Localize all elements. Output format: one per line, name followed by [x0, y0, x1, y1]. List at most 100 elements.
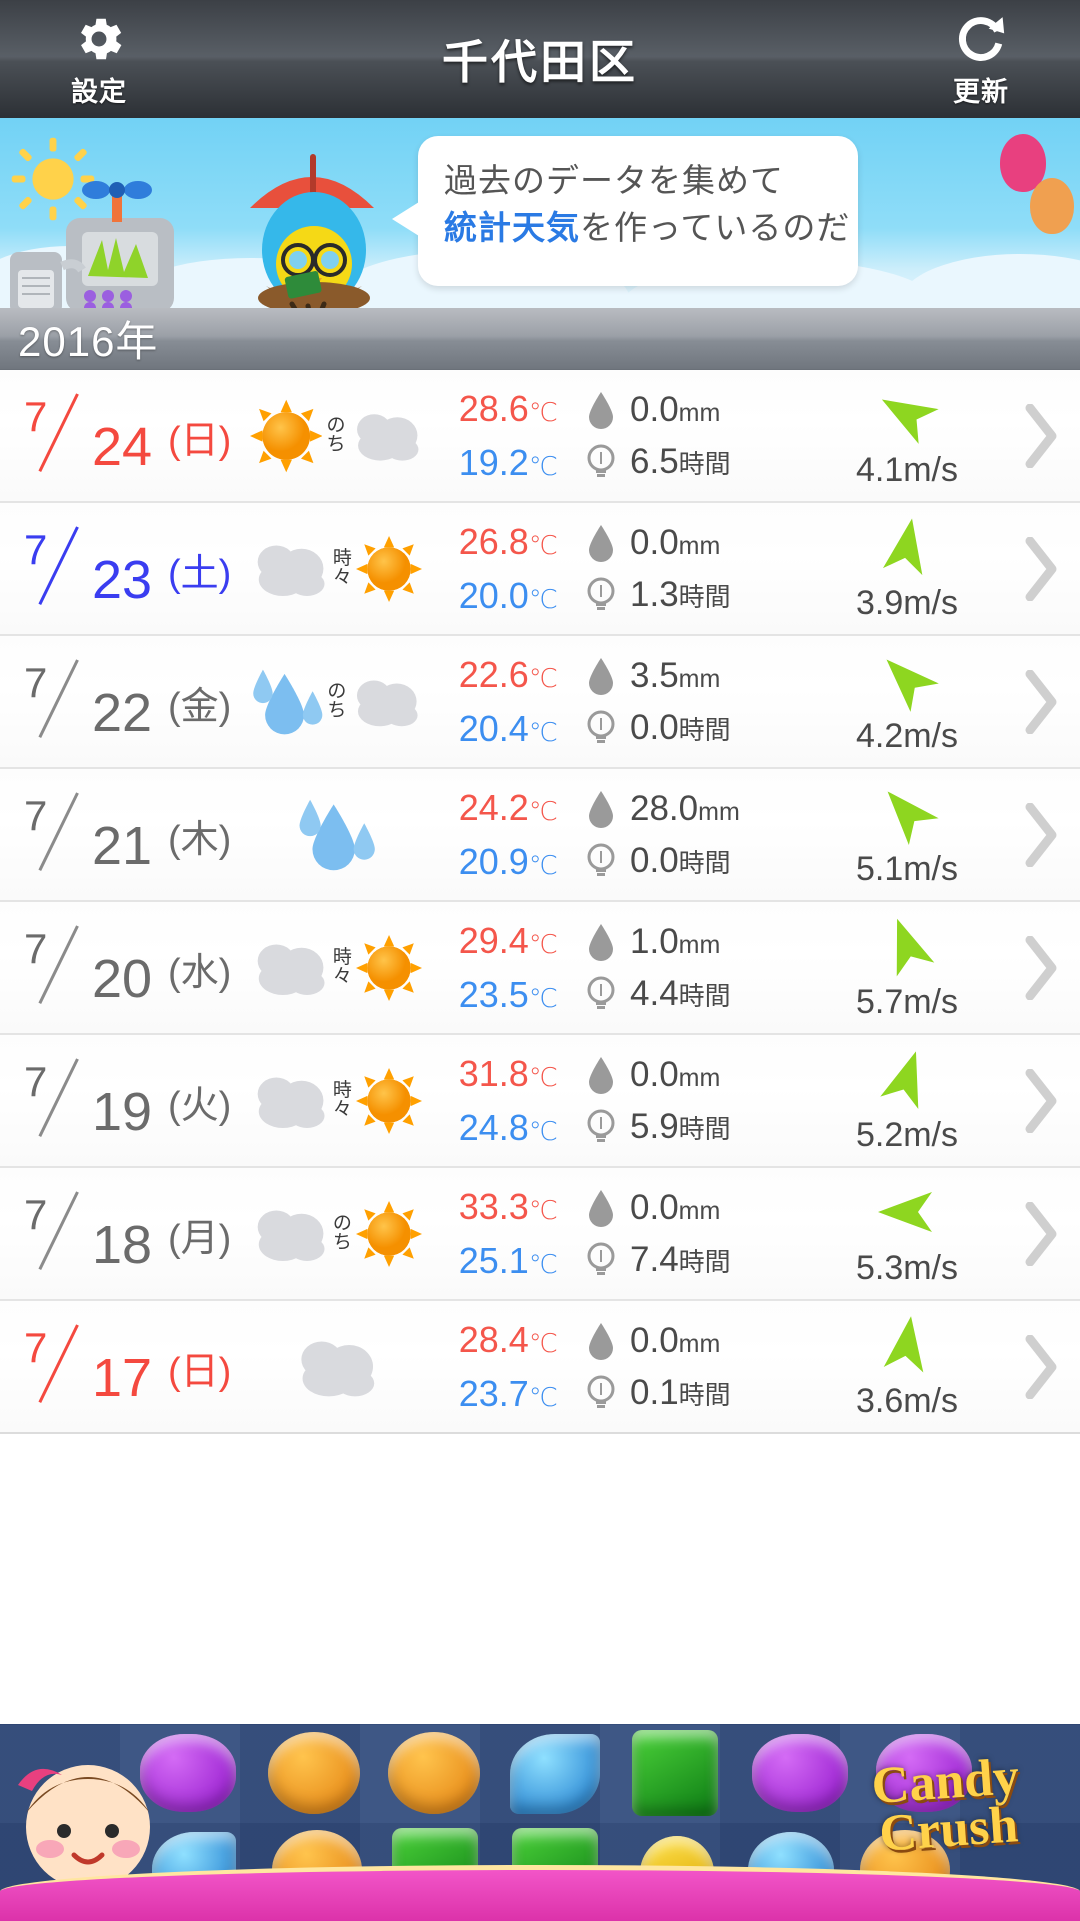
precipitation-row: 3.5mm	[586, 656, 812, 696]
date-day: 17	[92, 1348, 153, 1408]
row-chevron[interactable]	[1002, 1334, 1080, 1399]
metrics-cell: 0.0mm 6.5時間	[562, 390, 812, 482]
speech-bubble[interactable]: 過去のデータを集めて 統計天気を作っているのだ	[392, 136, 858, 286]
wind-arrow-icon	[886, 659, 939, 712]
table-row[interactable]: 7 22 (金) のち 22.6℃ 20.4℃ 3.5mm 0.0時間 4.2m/s	[0, 636, 1080, 769]
raindrop-icon	[589, 391, 613, 429]
table-row[interactable]: 7 24 (日) のち 28.6℃ 19.2℃ 0.0mm 6.5時間 4.1m/s	[0, 370, 1080, 503]
precipitation-unit: mm	[678, 1196, 721, 1225]
year-label: 2016年	[18, 318, 159, 365]
weather-conjunction: のち	[327, 680, 347, 721]
refresh-icon	[954, 10, 1008, 68]
precipitation: 3.5mm	[630, 656, 720, 696]
wind-cell: 4.1m/s	[812, 381, 1002, 490]
temp-high-value: 31.8	[458, 1052, 529, 1094]
date-month: 7	[24, 393, 48, 440]
date-day: 23	[92, 550, 153, 610]
wind-cell: 5.2m/s	[812, 1046, 1002, 1155]
date-month: 7	[24, 1324, 48, 1371]
sunshine-row: 0.0時間	[586, 841, 812, 881]
temp-high: 29.4℃	[459, 920, 558, 962]
temperature-cell: 24.2℃ 20.9℃	[422, 787, 562, 883]
sunshine-row: 1.3時間	[586, 575, 812, 615]
table-row[interactable]: 7 19 (火) 時々 31.8℃ 24.8℃ 0.0mm 5.9時間 5.2m/s	[0, 1035, 1080, 1168]
sunshine-row: 6.5時間	[586, 442, 812, 482]
temp-high-unit: ℃	[528, 1194, 558, 1225]
row-date: 7 22 (金)	[0, 636, 250, 767]
row-chevron[interactable]	[1002, 1068, 1080, 1133]
row-chevron[interactable]	[1002, 1201, 1080, 1266]
row-date: 7 18 (月)	[0, 1168, 250, 1299]
wind-speed: 5.3m/s	[856, 1249, 958, 1288]
precipitation-row: 0.0mm	[586, 1188, 812, 1228]
sunshine-value: 0.0	[630, 840, 679, 880]
sunshine-row: 0.1時間	[586, 1373, 812, 1413]
temp-high-unit: ℃	[528, 928, 558, 959]
wind-speed-unit: m/s	[903, 1249, 959, 1287]
candy-crush-ad-banner[interactable]: Candy Crush	[0, 1724, 1080, 1921]
temp-low: 25.1℃	[459, 1240, 558, 1282]
precipitation-unit: mm	[698, 797, 740, 826]
precipitation-value: 0.0	[630, 1187, 679, 1227]
row-date: 7 20 (水)	[0, 902, 250, 1033]
raindrop-icon	[589, 1189, 613, 1227]
row-chevron[interactable]	[1002, 403, 1080, 468]
wind-arrow-icon	[887, 791, 939, 845]
temp-low-unit: ℃	[528, 1381, 558, 1412]
sunshine-value: 7.4	[630, 1239, 679, 1279]
sun-icon	[355, 1067, 422, 1134]
table-row[interactable]: 7 20 (水) 時々 29.4℃ 23.5℃ 1.0mm 4.4時間 5.7m/s	[0, 902, 1080, 1035]
wind-arrow-icon	[881, 399, 939, 444]
precipitation-value: 1.0	[630, 921, 679, 961]
wind-speed-value: 5.2	[855, 1116, 904, 1154]
table-row[interactable]: 7 17 (日) 28.4℃ 23.7℃ 0.0mm 0.1時間 3.6m/s	[0, 1301, 1080, 1434]
mascot-banner[interactable]: 過去のデータを集めて 統計天気を作っているのだ	[0, 118, 1080, 308]
sunshine-row: 4.4時間	[586, 974, 812, 1014]
row-chevron[interactable]	[1002, 802, 1080, 867]
temperature-cell: 26.8℃ 20.0℃	[422, 521, 562, 617]
precipitation-value: 0.0	[630, 1320, 679, 1360]
raindrop-icon	[589, 923, 613, 961]
sun-icon	[355, 535, 422, 602]
row-chevron[interactable]	[1002, 935, 1080, 1000]
sunshine-unit: 時間	[678, 980, 731, 1011]
date-month: 7	[24, 925, 48, 972]
row-chevron[interactable]	[1002, 669, 1080, 734]
sun-icon	[250, 399, 323, 472]
weather-conjunction: 時々	[332, 946, 352, 987]
temp-high-value: 26.8	[458, 520, 529, 562]
table-row[interactable]: 7 23 (土) 時々 26.8℃ 20.0℃ 0.0mm 1.3時間 3.9m/s	[0, 503, 1080, 636]
sunshine-value: 5.9	[630, 1106, 679, 1146]
precipitation-unit: mm	[678, 1063, 721, 1092]
bubble-highlight: 統計天気	[444, 208, 580, 246]
temp-low-value: 20.9	[458, 840, 529, 882]
temp-low-unit: ℃	[528, 982, 558, 1013]
date-weekday: (金)	[168, 686, 232, 728]
wind-cell: 5.3m/s	[812, 1179, 1002, 1288]
temperature-cell: 28.6℃ 19.2℃	[422, 388, 562, 484]
settings-button[interactable]: 設定	[34, 10, 164, 109]
cloud-icon	[257, 944, 325, 995]
temp-low-unit: ℃	[528, 716, 558, 747]
sunshine-value: 6.5	[630, 441, 679, 481]
row-chevron[interactable]	[1002, 536, 1080, 601]
sunshine: 5.9時間	[630, 1107, 731, 1147]
wind-speed-unit: m/s	[903, 983, 959, 1021]
row-date: 7 21 (木)	[0, 769, 250, 900]
metrics-cell: 0.0mm 0.1時間	[562, 1321, 812, 1413]
date-day: 19	[92, 1082, 153, 1142]
raindrop-icon	[589, 1322, 613, 1360]
precipitation-row: 0.0mm	[586, 1055, 812, 1095]
temp-high: 28.6℃	[459, 388, 558, 430]
temp-low: 23.7℃	[459, 1373, 558, 1415]
temp-high-value: 22.6	[458, 653, 529, 695]
weather-icons: のち	[250, 664, 422, 740]
refresh-button[interactable]: 更新	[916, 10, 1046, 109]
chevron-right-icon	[1025, 536, 1057, 601]
sun-icon	[355, 934, 422, 1001]
temp-high-unit: ℃	[528, 1327, 558, 1358]
sunshine-unit: 時間	[678, 1379, 731, 1410]
temp-low-value: 20.0	[458, 574, 529, 616]
table-row[interactable]: 7 18 (月) のち 33.3℃ 25.1℃ 0.0mm 7.4時間 5.3m/s	[0, 1168, 1080, 1301]
table-row[interactable]: 7 21 (木) 24.2℃ 20.9℃ 28.0mm 0.0時間 5.1m/s	[0, 769, 1080, 902]
